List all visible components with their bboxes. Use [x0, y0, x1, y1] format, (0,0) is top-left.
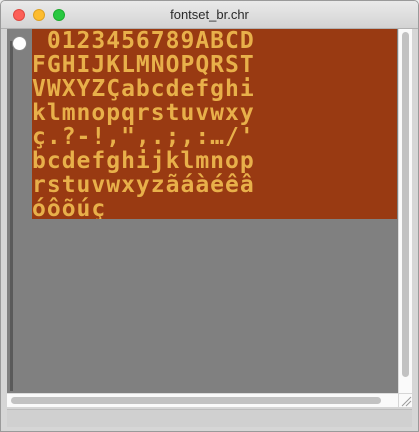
glyph-row: ç.?-!,",.;,:…/'	[32, 124, 255, 150]
title-bar[interactable]: fontset_br.chr	[1, 1, 418, 29]
status-bar	[7, 409, 412, 427]
vertical-scroll-thumb[interactable]	[402, 32, 409, 377]
glyph-row: VWXYZÇabcdefghi	[32, 76, 255, 102]
horizontal-scroll-thumb[interactable]	[11, 397, 381, 404]
vertical-scrollbar[interactable]	[398, 29, 412, 393]
font-sheet[interactable]: 0123456789ABCD FGHIJKLMNOPQRST VWXYZÇabc…	[32, 29, 397, 219]
glyph-row: rstuvwxyzãáàéêâ	[32, 172, 255, 198]
app-window: fontset_br.chr 0123456789ABCD FGHIJKLMNO…	[0, 0, 419, 432]
horizontal-scrollbar[interactable]	[7, 393, 398, 407]
glyph-row: bcdefghijklmnop	[32, 148, 255, 174]
zoom-slider-knob[interactable]	[12, 36, 27, 51]
zoom-slider-track[interactable]	[10, 41, 13, 391]
glyph-row: 0123456789ABCD	[32, 29, 255, 54]
glyph-row: klmnopqrstuvwxy	[32, 100, 255, 126]
resize-grip-icon[interactable]	[399, 394, 412, 407]
glyph-row: FGHIJKLMNOPQRST	[32, 52, 255, 78]
glyph-row: óôõúç	[32, 196, 107, 219]
window-title: fontset_br.chr	[170, 7, 249, 22]
